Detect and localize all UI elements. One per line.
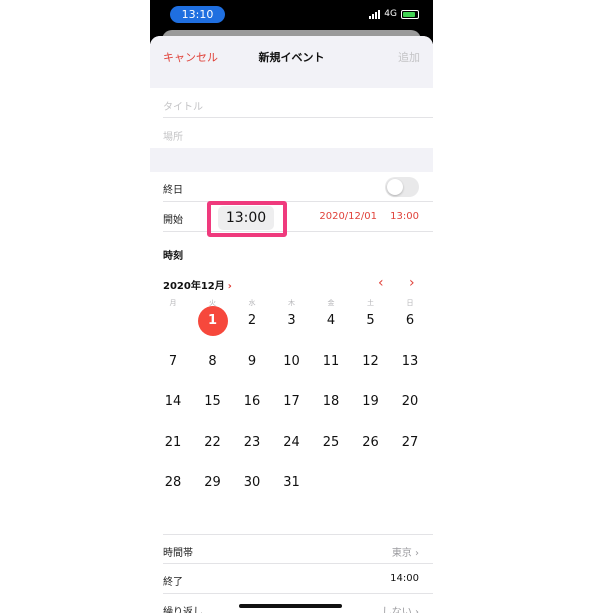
calendar-day[interactable]: 28 (158, 468, 188, 498)
network-label: 4G (384, 9, 397, 19)
calendar-day-selected[interactable]: 1 (197, 306, 228, 336)
calendar-day[interactable]: 16 (237, 387, 267, 417)
repeat-value: しない › (381, 607, 419, 613)
calendar-day[interactable]: 22 (198, 428, 228, 458)
status-time: 13:10 (170, 6, 225, 23)
weekday-label: 月 (169, 299, 177, 307)
phone-screen: 13:10 4G キャンセル 新規イベント 追加 タイトル 場所 終日 開始 2… (150, 0, 433, 613)
calendar-day[interactable]: 3 (277, 306, 307, 336)
calendar-day[interactable]: 10 (277, 347, 307, 377)
all-day-label: 終日 (163, 185, 183, 196)
previous-month-icon[interactable]: ‹ (378, 276, 384, 290)
nav-bar: キャンセル 新規イベント 追加 (150, 36, 433, 76)
calendar-day[interactable]: 19 (356, 387, 386, 417)
chevron-right-icon: › (227, 281, 232, 292)
title-location-group: タイトル 場所 (150, 88, 433, 148)
timezone-value: 東京 › (391, 548, 419, 559)
start-row[interactable]: 開始 2020/12/01 13:00 (163, 202, 433, 232)
toggle-knob (387, 179, 403, 195)
calendar-day[interactable]: 24 (277, 428, 307, 458)
calendar-day[interactable]: 23 (237, 428, 267, 458)
calendar-day[interactable]: 6 (395, 306, 425, 336)
status-indicators: 4G (369, 8, 419, 20)
all-day-row: 終日 (163, 172, 433, 202)
add-button[interactable]: 追加 (398, 49, 420, 65)
repeat-label: 繰り返し (163, 607, 203, 613)
calendar-day[interactable]: 26 (356, 428, 386, 458)
calendar-day[interactable]: 17 (277, 387, 307, 417)
calendar-day[interactable]: 20 (395, 387, 425, 417)
calendar-day[interactable]: 13 (395, 347, 425, 377)
calendar-day[interactable]: 5 (356, 306, 386, 336)
calendar-day[interactable]: 9 (237, 347, 267, 377)
title-field[interactable]: タイトル (163, 88, 433, 118)
calendar-day[interactable]: 4 (316, 306, 346, 336)
timezone-row[interactable]: 時間帯 東京 › (163, 534, 433, 564)
calendar-day[interactable]: 14 (158, 387, 188, 417)
calendar-day[interactable]: 29 (198, 468, 228, 498)
start-label: 開始 (163, 215, 183, 226)
location-placeholder: 場所 (163, 132, 183, 143)
calendar-day[interactable]: 27 (395, 428, 425, 458)
time-label: 時刻 (163, 251, 183, 262)
month-title: 2020年12月 (163, 281, 225, 292)
calendar-day[interactable]: 11 (316, 347, 346, 377)
location-field[interactable]: 場所 (163, 118, 433, 148)
calendar-day[interactable]: 31 (277, 468, 307, 498)
calendar-day[interactable]: 12 (356, 347, 386, 377)
all-day-toggle[interactable] (385, 177, 419, 197)
calendar-day[interactable]: 7 (158, 347, 188, 377)
battery-icon (401, 9, 419, 19)
next-month-icon[interactable]: › (409, 276, 415, 290)
calendar-day[interactable]: 21 (158, 428, 188, 458)
page-title: 新規イベント (258, 51, 325, 64)
end-time[interactable]: 14:00 (390, 573, 419, 584)
calendar-day[interactable]: 18 (316, 387, 346, 417)
start-time[interactable]: 13:00 (390, 211, 419, 222)
month-label[interactable]: 2020年12月 › (163, 277, 232, 292)
calendar-day[interactable]: 8 (198, 347, 228, 377)
home-indicator (239, 604, 342, 608)
timezone-label: 時間帯 (163, 548, 193, 559)
calendar-day[interactable]: 15 (198, 387, 228, 417)
date-time-group: 終日 開始 2020/12/01 13:00 時刻 2020年12月 › ‹ › … (150, 172, 433, 613)
calendar-day[interactable]: 2 (237, 306, 267, 336)
start-date[interactable]: 2020/12/01 (319, 211, 377, 222)
calendar-day[interactable]: 30 (237, 468, 267, 498)
highlight-box (207, 201, 287, 237)
signal-icon (369, 9, 381, 19)
calendar-day[interactable]: 25 (316, 428, 346, 458)
new-event-sheet: キャンセル 新規イベント 追加 タイトル 場所 終日 開始 2020/12/01… (150, 36, 433, 613)
end-row[interactable]: 終了 14:00 (163, 564, 433, 594)
end-label: 終了 (163, 577, 183, 588)
title-placeholder: タイトル (163, 102, 203, 113)
